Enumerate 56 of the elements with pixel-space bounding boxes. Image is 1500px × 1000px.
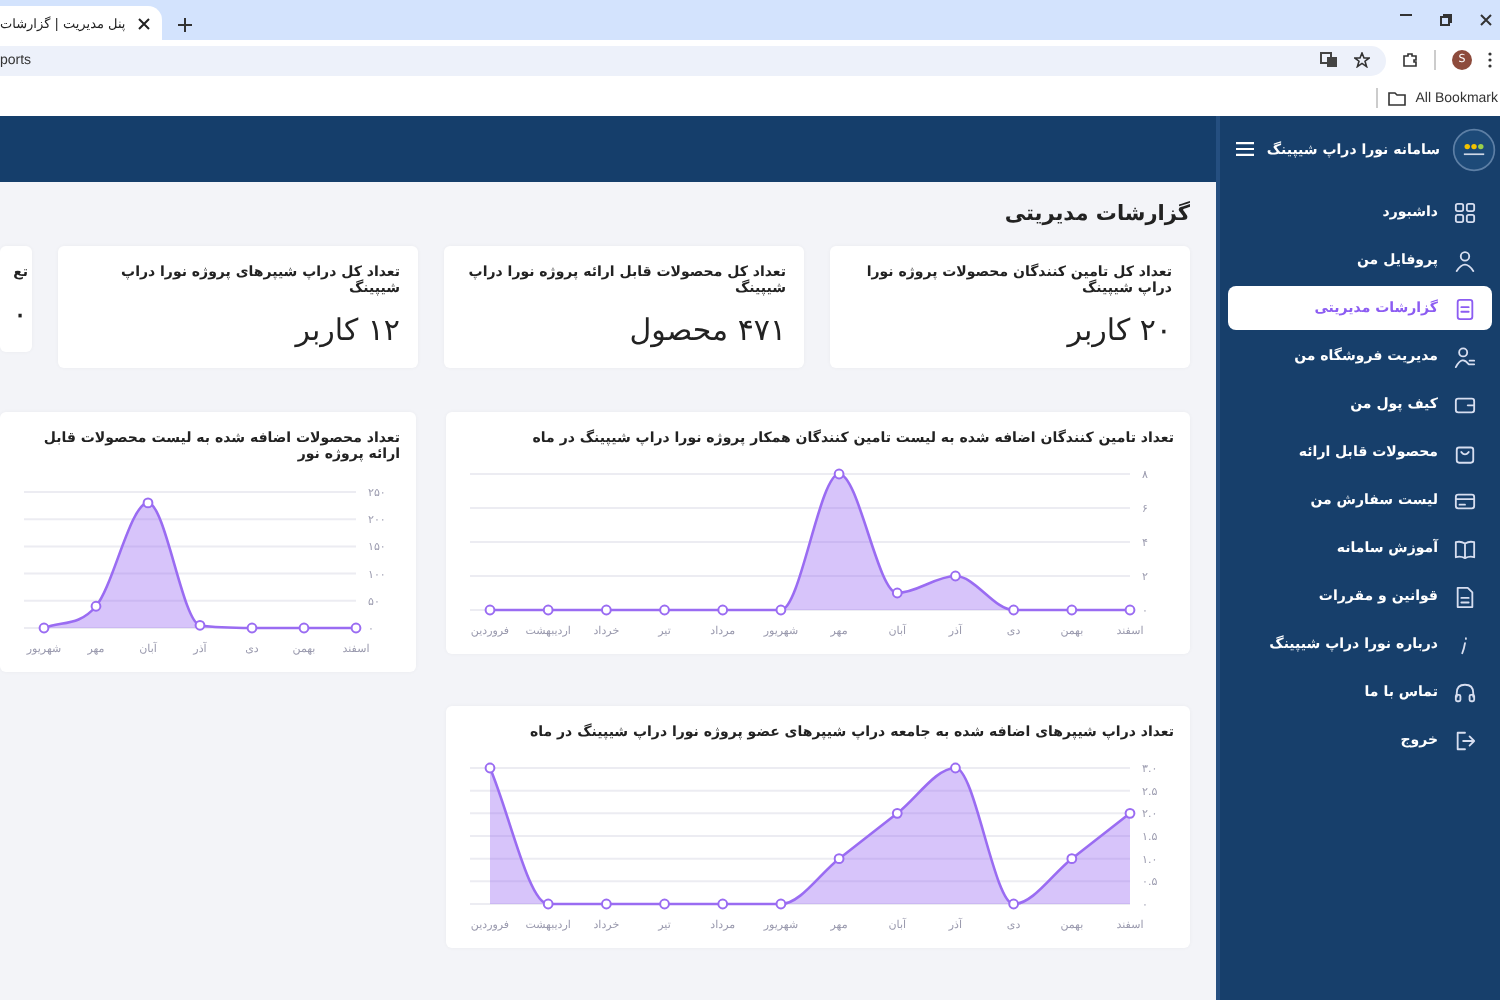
- clipboard-icon: [1454, 297, 1476, 319]
- data-point: [600, 899, 612, 910]
- translate-icon[interactable]: [1320, 52, 1338, 68]
- close-icon[interactable]: [137, 17, 150, 29]
- folder-icon: [1387, 91, 1406, 105]
- card-value: ۴۷۱ محصول: [627, 312, 786, 349]
- data-point: [298, 622, 310, 634]
- data-point: [1124, 605, 1136, 617]
- data-point: [542, 605, 554, 617]
- wallet-icon: [1454, 393, 1476, 415]
- data-point: [1008, 899, 1020, 910]
- data-point: [775, 899, 787, 910]
- grid-icon: [1454, 201, 1476, 223]
- data-point: [1008, 605, 1020, 617]
- data-point: [484, 763, 496, 774]
- user-list-icon: [1454, 345, 1476, 367]
- logout-icon: [1454, 729, 1476, 751]
- page-title: گزارشات مدیریتی: [1004, 202, 1190, 226]
- data-point: [246, 622, 258, 634]
- card-value: ۲۰ کاربر: [1064, 312, 1172, 349]
- card-value: ۰: [9, 296, 28, 333]
- data-point: [950, 571, 961, 583]
- data-point: [891, 808, 903, 820]
- data-point: [484, 605, 496, 617]
- puzzle-icon[interactable]: [1402, 52, 1418, 68]
- card-value: ۱۲ کاربر: [292, 312, 400, 349]
- data-point: [891, 588, 903, 600]
- data-point: [194, 619, 206, 631]
- data-point: [717, 899, 729, 910]
- data-point: [1066, 605, 1078, 617]
- data-point: [833, 853, 845, 865]
- close-icon[interactable]: [1480, 14, 1492, 26]
- data-point: [350, 622, 362, 634]
- book-icon: [1454, 537, 1476, 559]
- data-point: [717, 605, 729, 617]
- headset-icon: [1454, 681, 1476, 703]
- plus-icon[interactable]: [177, 18, 192, 32]
- card-icon: [1454, 489, 1476, 511]
- data-point: [90, 600, 102, 612]
- data-point: [142, 497, 154, 509]
- star-icon[interactable]: [1354, 52, 1370, 68]
- data-point: [659, 899, 670, 910]
- data-point: [950, 763, 961, 774]
- menu-icon[interactable]: [1236, 140, 1255, 158]
- document-icon: [1454, 585, 1476, 607]
- data-point: [833, 469, 845, 481]
- bag-icon: [1454, 441, 1476, 463]
- restore-icon[interactable]: [1440, 14, 1452, 26]
- person-icon: [1454, 249, 1476, 271]
- data-point: [775, 605, 787, 617]
- data-point: [1124, 808, 1136, 820]
- data-point: [542, 899, 554, 910]
- data-point: [600, 605, 612, 617]
- data-point: [1066, 853, 1078, 865]
- data-point: [659, 605, 670, 617]
- data-point: [38, 622, 50, 634]
